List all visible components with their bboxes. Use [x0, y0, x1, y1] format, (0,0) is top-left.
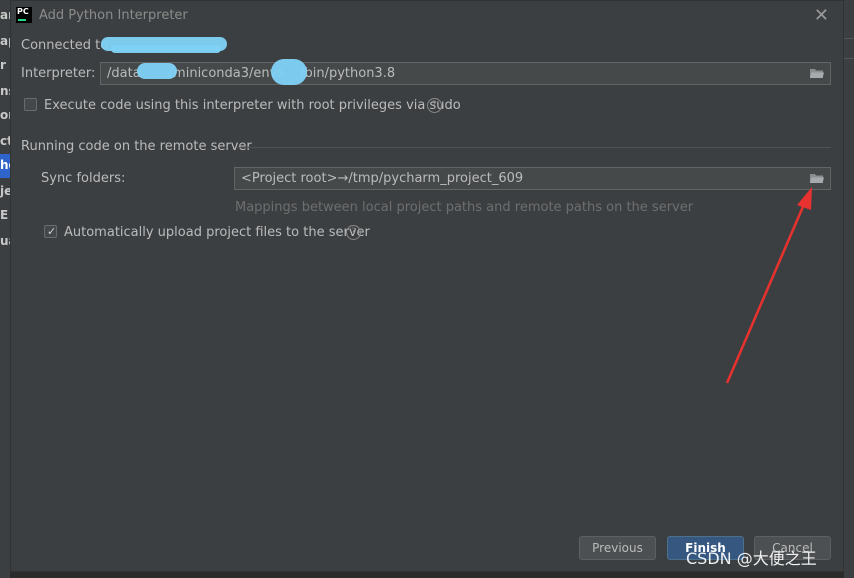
watermark: CSDN @大便之王	[686, 549, 817, 568]
annotation-arrow	[725, 187, 812, 384]
